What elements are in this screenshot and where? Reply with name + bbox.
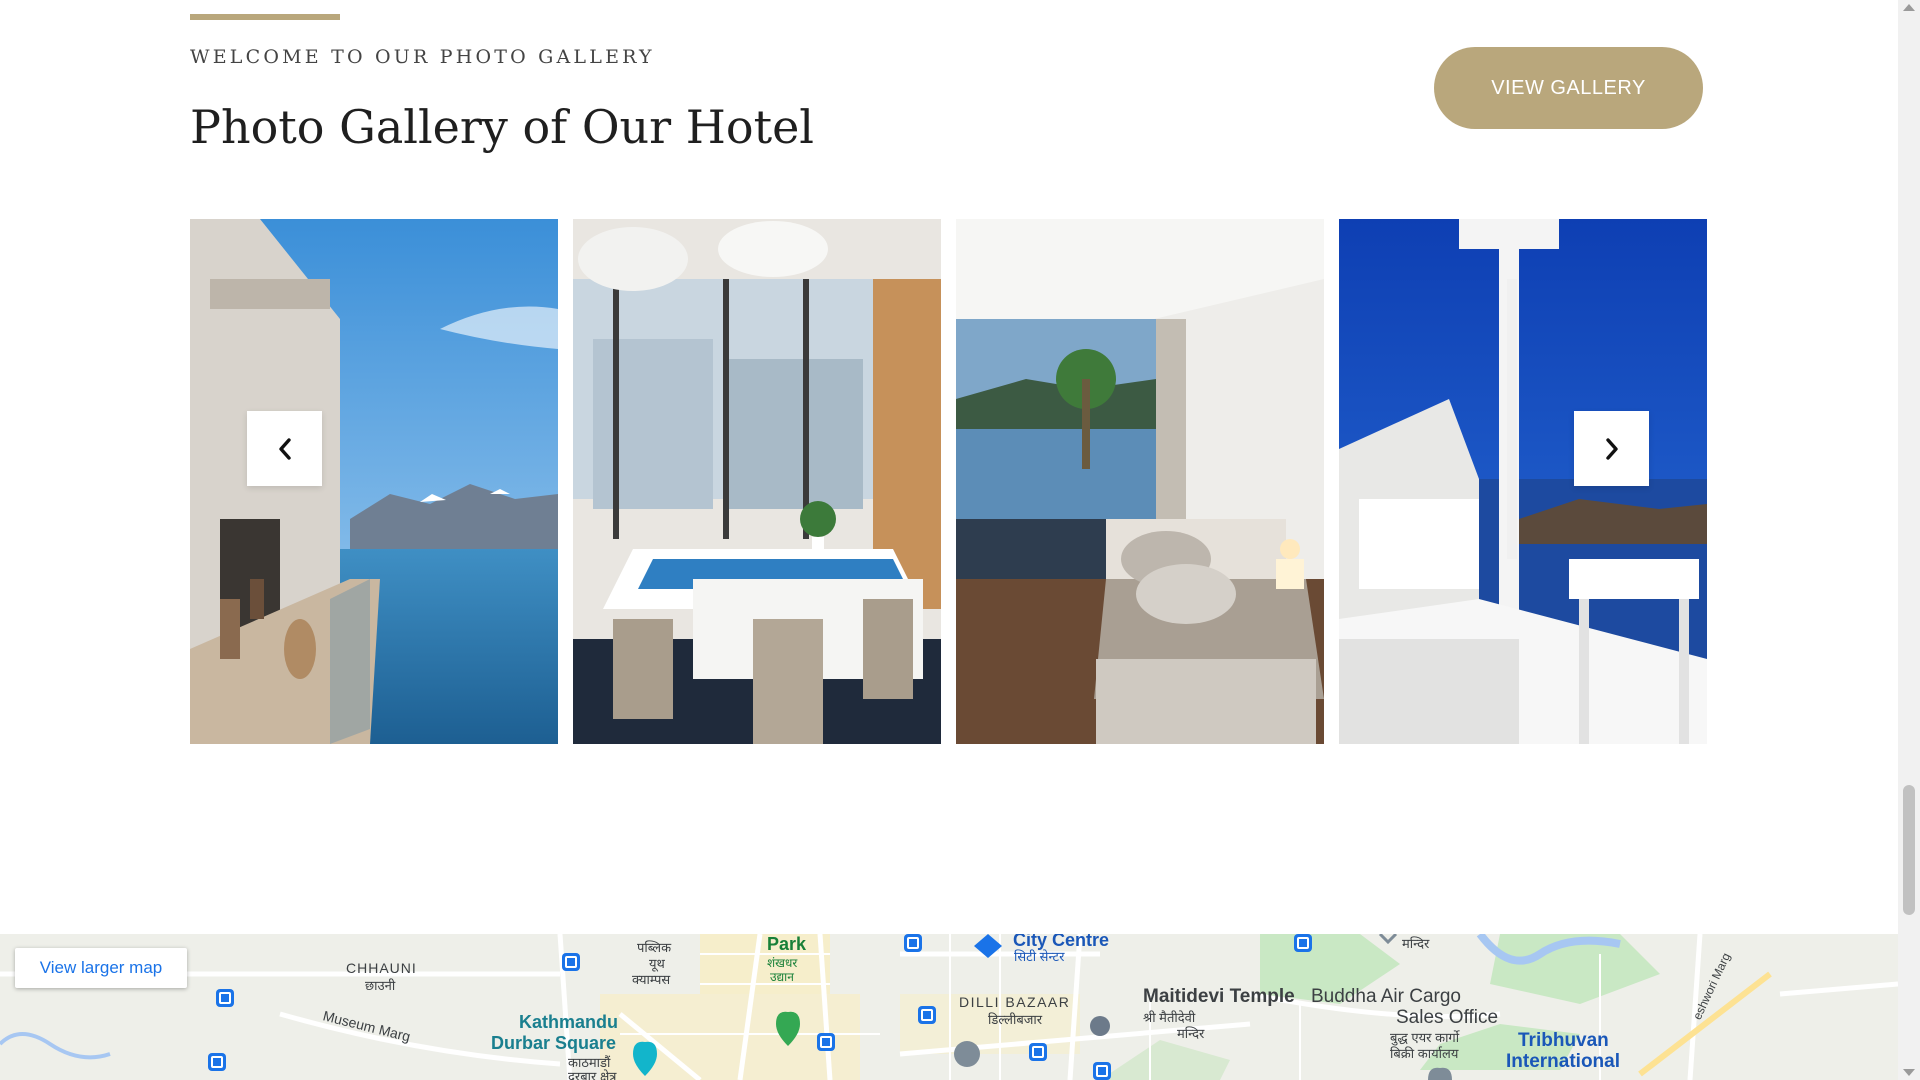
map-label-tribhuvan-1: Tribhuvan bbox=[1518, 1030, 1609, 1051]
scroll-up-arrow-icon[interactable] bbox=[1903, 4, 1915, 11]
scroll-down-arrow-icon[interactable] bbox=[1903, 1069, 1915, 1076]
chevron-right-icon bbox=[1605, 437, 1618, 460]
gallery-photo-balcony[interactable] bbox=[190, 219, 558, 744]
map-label-park: Park bbox=[767, 934, 807, 954]
map-label-buddha-2: Sales Office bbox=[1396, 1007, 1499, 1028]
carousel-next-button[interactable] bbox=[1574, 411, 1649, 486]
section-eyebrow: WELCOME TO OUR PHOTO GALLERY bbox=[190, 46, 655, 68]
bus-stop-icon[interactable] bbox=[918, 1006, 936, 1024]
map-label-durbar-2: Durbar Square bbox=[491, 1033, 617, 1053]
page-scrollbar[interactable] bbox=[1898, 0, 1920, 1080]
view-larger-map-link[interactable]: View larger map bbox=[15, 948, 187, 988]
map-label-buddha-1: Buddha Air Cargo bbox=[1311, 986, 1461, 1007]
map-label-tribhuvan-2: International bbox=[1506, 1051, 1621, 1072]
bus-stop-icon[interactable] bbox=[1029, 1043, 1047, 1061]
page-title: Photo Gallery of Our Hotel bbox=[190, 100, 815, 154]
map-label-maitidevi: Maitidevi Temple bbox=[1143, 986, 1295, 1007]
map-label-chhauni: CHHAUNI bbox=[346, 960, 417, 976]
bus-stop-icon[interactable] bbox=[562, 953, 580, 971]
gallery-photo-terrace[interactable] bbox=[1339, 219, 1707, 744]
scrollbar-thumb[interactable] bbox=[1903, 785, 1915, 915]
photo-bedroom-image bbox=[956, 219, 1324, 744]
photo-restaurant-image bbox=[573, 219, 941, 744]
bus-stop-icon[interactable] bbox=[904, 934, 922, 952]
bus-stop-icon[interactable] bbox=[208, 1053, 226, 1071]
map-label-buddha-np2: बिक्री कार्यालय bbox=[1390, 1046, 1459, 1061]
map-label-city-centre-np: सिटी सेन्टर bbox=[1014, 949, 1065, 964]
map-label-mandir: मन्दिर bbox=[1402, 936, 1430, 951]
map-label-chhauni-np: छाउनी bbox=[365, 978, 396, 993]
map-label-public-np3: क्याम्पस bbox=[632, 972, 671, 987]
gallery-photo-restaurant[interactable] bbox=[573, 219, 941, 744]
map-label-park-np2: उद्यान bbox=[770, 970, 794, 984]
embedded-map[interactable]: CHHAUNI छाउनी Museum Marg Kathmandu Durb… bbox=[0, 934, 1898, 1080]
map-label-durbar-np2: दरबार क्षेत्र bbox=[568, 1069, 617, 1080]
map-label-durbar-1: Kathmandu bbox=[519, 1012, 618, 1032]
photo-carousel bbox=[190, 219, 1707, 744]
accent-line bbox=[190, 14, 340, 20]
bus-stop-icon[interactable] bbox=[1294, 934, 1312, 952]
photo-balcony-image bbox=[190, 219, 558, 744]
photo-terrace-image bbox=[1339, 219, 1707, 744]
gallery-photo-bedroom[interactable] bbox=[956, 219, 1324, 744]
carousel-prev-button[interactable] bbox=[247, 411, 322, 486]
bus-stop-icon[interactable] bbox=[1093, 1062, 1111, 1080]
map-label-dilli-bazaar: DILLI BAZAAR bbox=[959, 994, 1071, 1010]
page: WELCOME TO OUR PHOTO GALLERY Photo Galle… bbox=[0, 0, 1898, 1080]
chevron-left-icon bbox=[278, 437, 291, 460]
view-gallery-button[interactable]: VIEW GALLERY bbox=[1434, 47, 1703, 129]
map-label-dilli-bazaar-np: डिल्लीबजार bbox=[988, 1012, 1043, 1027]
bus-stop-icon[interactable] bbox=[817, 1033, 835, 1051]
map-label-maitidevi-np2: मन्दिर bbox=[1177, 1026, 1205, 1041]
bus-stop-icon[interactable] bbox=[216, 989, 234, 1007]
